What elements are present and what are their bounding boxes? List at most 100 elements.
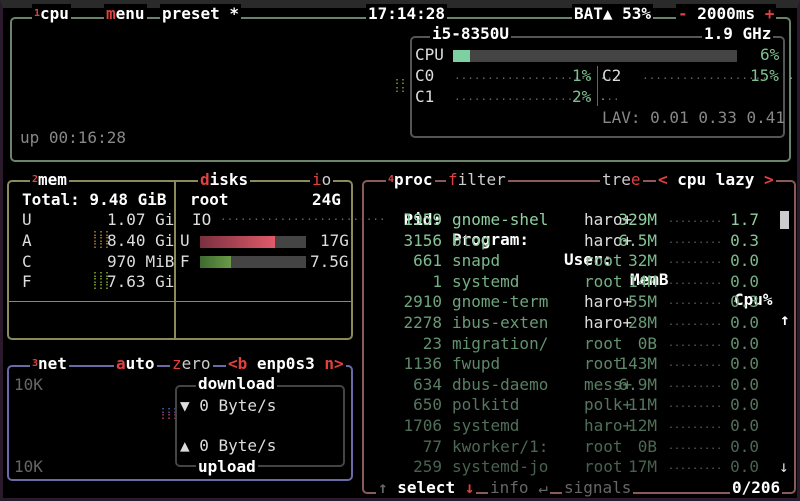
- mem-title[interactable]: 2mem: [30, 170, 69, 190]
- process-mem: 143M: [618, 354, 657, 374]
- process-user: root: [584, 436, 623, 456]
- net-zero-button[interactable]: zero: [170, 354, 213, 374]
- disks-title[interactable]: disks: [198, 170, 251, 190]
- process-user: root: [584, 251, 623, 271]
- net-title[interactable]: 3net: [30, 354, 69, 374]
- process-row[interactable]: 650 polkitd polk+ 11M 0.0.........: [362, 395, 795, 415]
- process-cpu-graph: .........: [668, 399, 723, 411]
- process-mem: 32M: [628, 251, 657, 271]
- mem-horizontal-divider: [7, 301, 353, 302]
- process-cpu: 0.0: [730, 271, 759, 291]
- info-button[interactable]: info ↵: [488, 478, 550, 498]
- disk-free-value: 7.5G: [310, 252, 349, 271]
- process-cpu-graph: .........: [668, 358, 723, 370]
- menu-button[interactable]: menu: [104, 4, 147, 24]
- process-mem: 11M: [628, 395, 657, 415]
- process-cpu-graph: .........: [668, 378, 723, 390]
- interval-increase-button[interactable]: +: [765, 4, 775, 23]
- process-pid: 1136: [403, 354, 442, 374]
- cpu-total-percent: 6%: [760, 45, 780, 64]
- process-cpu: 0.0: [730, 313, 759, 332]
- process-mem: 28M: [628, 313, 657, 332]
- process-cpu: 0.0: [730, 374, 759, 394]
- process-cpu: 0.3: [730, 292, 759, 312]
- sort-selector[interactable]: < cpu lazy >: [656, 170, 776, 190]
- net-scale-bottom: 10K: [14, 457, 43, 476]
- upload-title: upload: [196, 457, 258, 477]
- mem-label: C: [22, 252, 32, 271]
- process-user: haro+: [584, 292, 633, 312]
- net-auto-button[interactable]: auto: [114, 354, 157, 374]
- process-cpu: 0.0: [730, 354, 759, 374]
- process-mem: 6.5M: [618, 230, 657, 250]
- process-mem: 0B: [637, 436, 657, 456]
- disk-free-bar-fill: [200, 256, 231, 268]
- process-pid: 2910: [403, 292, 442, 312]
- cpu-graph-dots: ::::: [394, 76, 407, 95]
- process-cpu: 0.0: [730, 333, 759, 353]
- process-pid: 1706: [403, 416, 442, 435]
- process-cpu-graph: .........: [668, 337, 723, 349]
- core-divider: [597, 66, 598, 106]
- disk-used-label: U: [180, 231, 190, 250]
- cpu-title[interactable]: 1cpu: [32, 4, 71, 24]
- prev-interface-button[interactable]: <b: [228, 354, 247, 373]
- process-row[interactable]: 3156 btop haro+ 6.5M 0.3.........: [362, 231, 795, 251]
- process-program: dbus-daemo: [452, 374, 549, 394]
- net-interface-selector[interactable]: <b enp0s3 n>: [226, 354, 346, 374]
- process-cpu: 0.0: [730, 436, 759, 456]
- mem-label: A: [22, 231, 32, 250]
- signals-button[interactable]: signals: [562, 478, 634, 498]
- tree-toggle-button[interactable]: tree: [600, 170, 643, 190]
- process-row[interactable]: 23 migration/root 0B 0.0.........: [362, 334, 795, 354]
- cpu-total-bar: [453, 50, 737, 62]
- process-user: root: [584, 271, 623, 291]
- proc-title[interactable]: 4proc: [386, 170, 435, 190]
- process-pid: 661: [413, 251, 442, 271]
- process-pid: 2278: [403, 313, 442, 332]
- process-mem: 6.9M: [618, 374, 657, 394]
- process-cpu: 0.3: [730, 230, 759, 250]
- process-row[interactable]: 661 snapd root 32M 0.0.........: [362, 251, 795, 271]
- process-row[interactable]: 259 systemd-jo root 17M 0.0.........: [362, 457, 795, 477]
- process-cpu-graph: .........: [668, 296, 723, 308]
- cpu-total-label: CPU: [415, 45, 444, 64]
- process-row[interactable]: 2278 ibus-exten haro+ 28M 0.0.........: [362, 313, 795, 333]
- process-row[interactable]: 1706 systemd haro+ 12M 0.0.........: [362, 416, 795, 436]
- core-percent: 1%: [572, 66, 592, 85]
- scroll-down-icon[interactable]: ↓: [777, 457, 791, 477]
- process-program: migration/: [452, 333, 549, 353]
- process-row[interactable]: 77 kworker/1: root 0B 0.0.........: [362, 437, 795, 457]
- select-control[interactable]: ↑ select ↓: [376, 478, 477, 498]
- process-program: systemd: [452, 271, 520, 291]
- process-program: systemd: [452, 416, 520, 435]
- cpu-model: i5-8350U: [430, 24, 512, 44]
- preset-button[interactable]: preset *: [160, 4, 242, 24]
- process-program: gnome-term: [452, 292, 549, 312]
- mem-value: 1.07 Gi: [107, 210, 175, 229]
- load-average: LAV: 0.01 0.33 0.41: [602, 108, 786, 127]
- process-program: systemd-jo: [452, 457, 549, 477]
- process-user: haro+: [584, 313, 633, 332]
- process-pid: 259: [413, 457, 442, 477]
- process-pid: 77: [422, 436, 442, 456]
- process-row[interactable]: 2910 gnome-term haro+ 55M 0.3.........: [362, 292, 795, 312]
- process-row[interactable]: 1 systemd root 14M 0.0.........: [362, 272, 795, 292]
- process-user: polk+: [584, 395, 633, 415]
- process-program: ibus-exten: [452, 313, 549, 332]
- scrollbar-thumb[interactable]: [780, 211, 789, 229]
- io-toggle-button[interactable]: io: [310, 170, 334, 190]
- process-row[interactable]: 634 dbus-daemo mess+ 6.9M 0.0.........: [362, 375, 795, 395]
- process-mem: 14M: [628, 271, 657, 291]
- process-mem: 329M: [618, 210, 657, 229]
- process-count: 0/206: [730, 478, 783, 498]
- process-row[interactable]: 1136 fwupd root 143M 0.0.........: [362, 354, 795, 374]
- process-program: btop: [452, 230, 491, 250]
- mem-total: Total: 9.48 GiB: [22, 190, 167, 209]
- filter-button[interactable]: filter: [446, 170, 508, 190]
- process-cpu: 0.0: [730, 416, 759, 435]
- next-interface-button[interactable]: n>: [324, 354, 343, 373]
- process-row[interactable]: 1959 gnome-shel haro+ 329M 1.7.........: [362, 210, 795, 230]
- interval-decrease-button[interactable]: -: [678, 4, 688, 23]
- net-scale-top: 10K: [14, 375, 43, 394]
